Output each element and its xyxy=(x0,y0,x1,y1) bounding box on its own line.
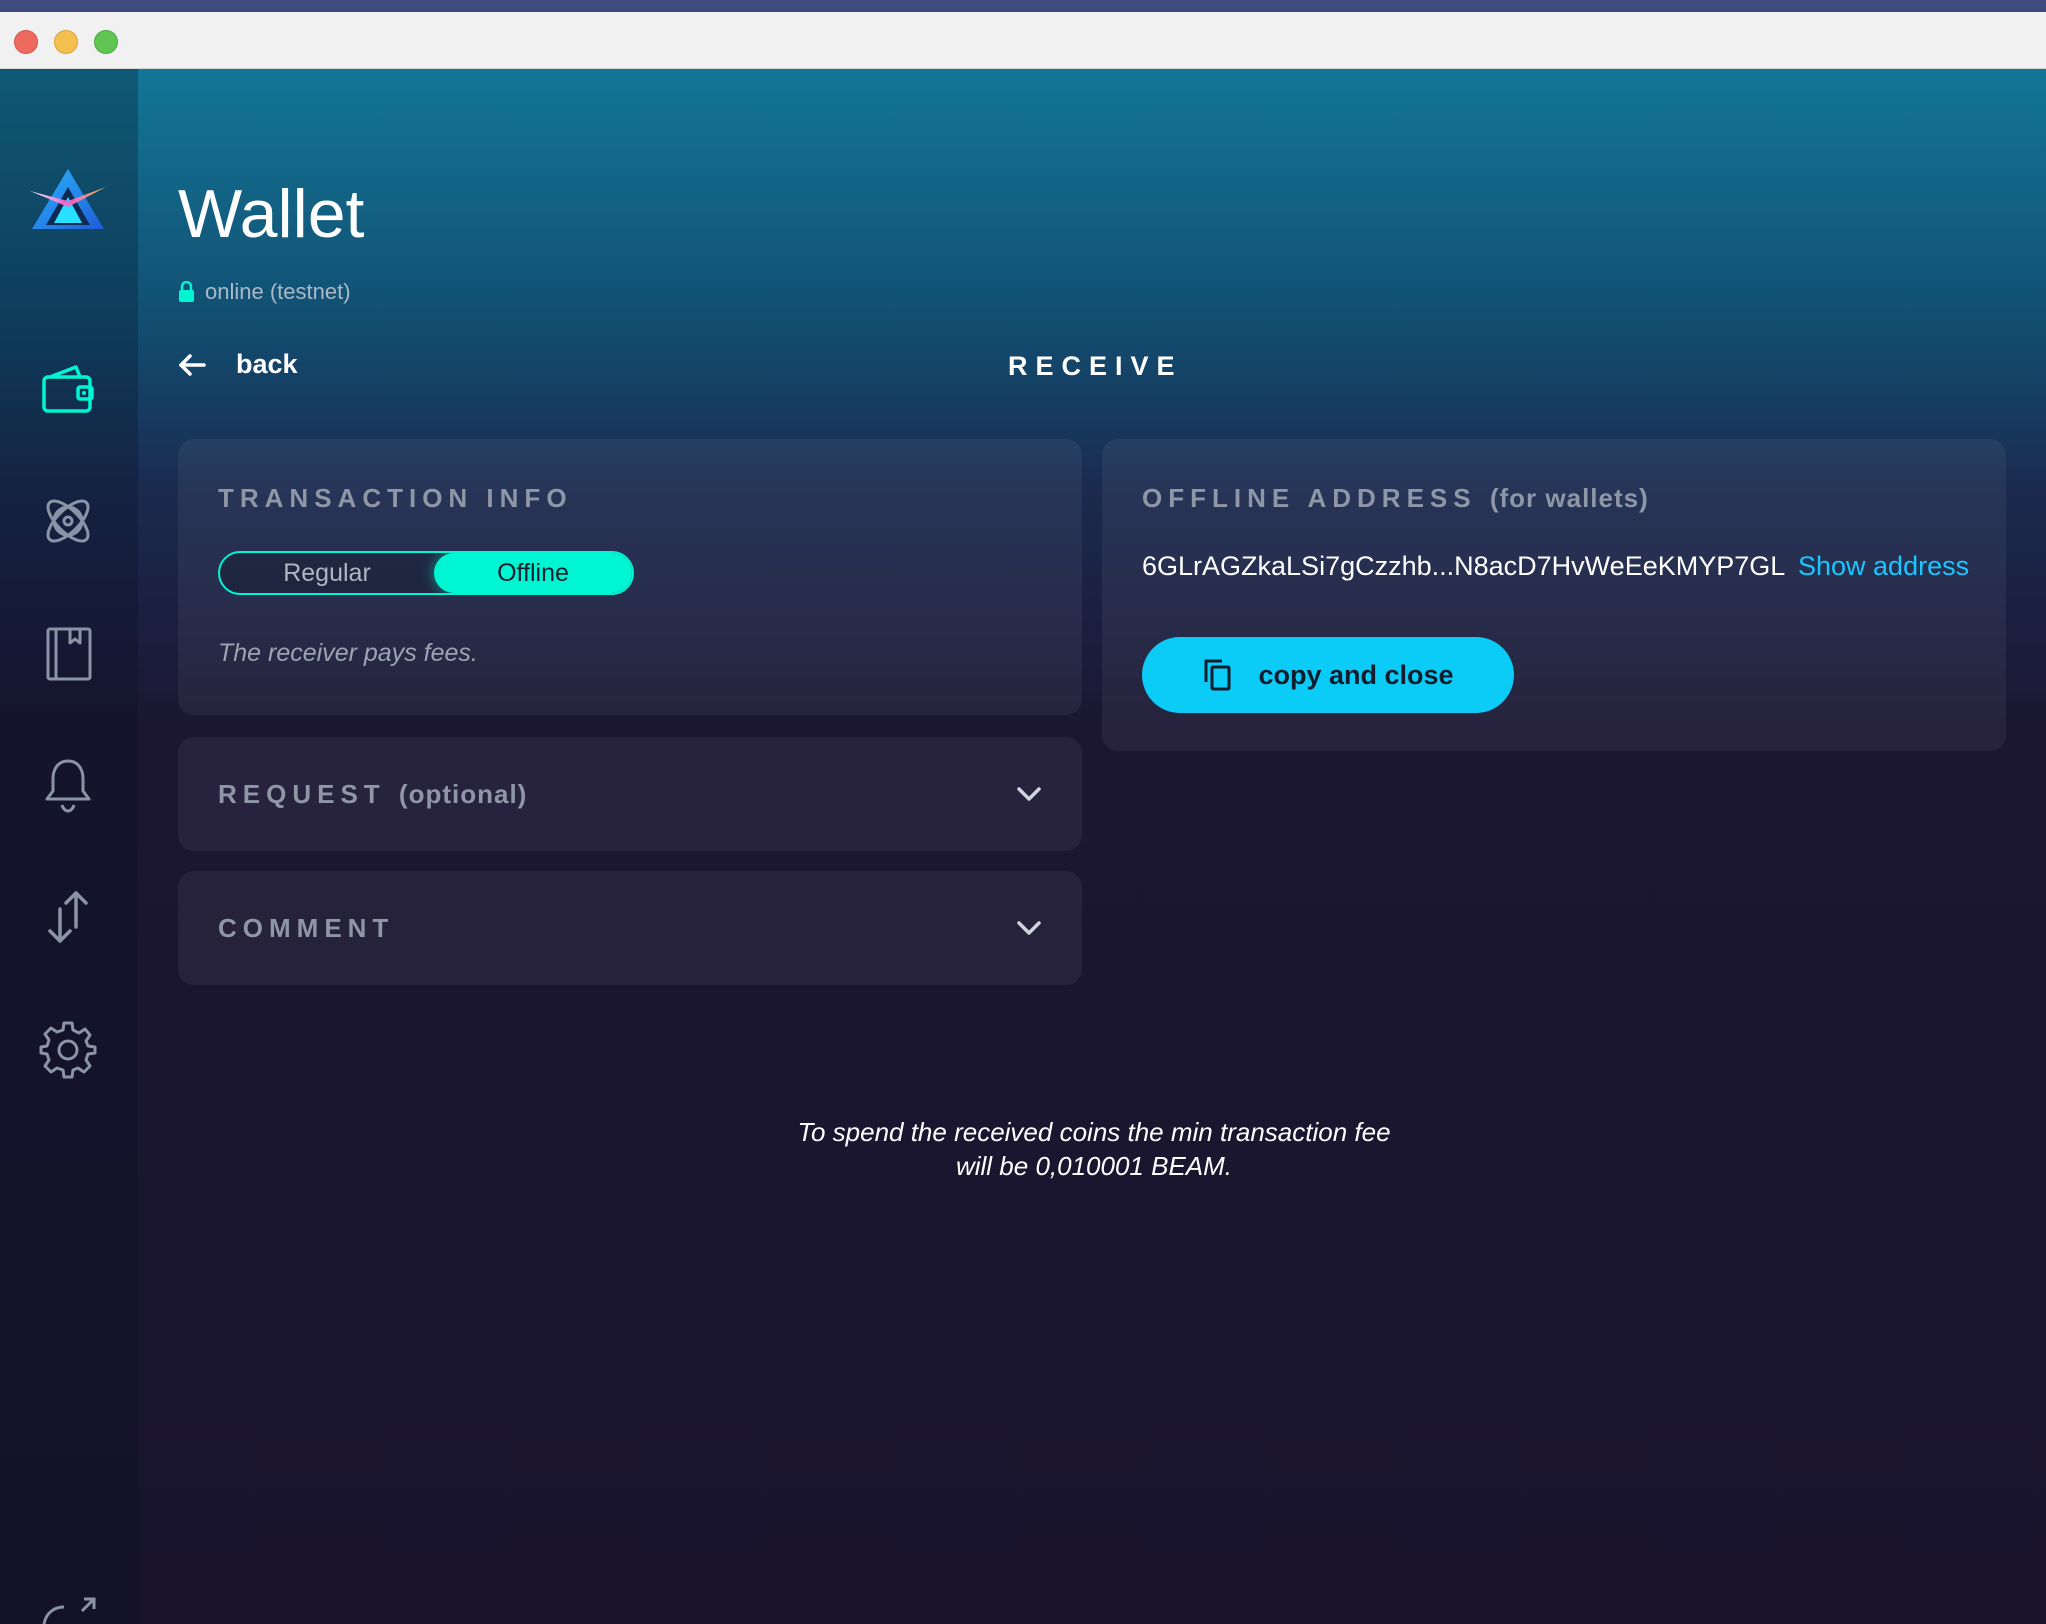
wallet-icon xyxy=(42,365,94,413)
lock-icon xyxy=(179,281,194,302)
request-card[interactable]: REQUEST (optional) xyxy=(178,737,1082,851)
comment-title: COMMENT xyxy=(218,913,395,943)
offline-address-title-text: OFFLINE ADDRESS xyxy=(1142,483,1477,513)
copy-and-close-label: copy and close xyxy=(1258,659,1454,690)
page-title: Wallet xyxy=(178,176,365,252)
min-fee-line-2: will be 0,010001 BEAM. xyxy=(955,1151,1233,1181)
beam-logo-icon xyxy=(30,169,106,229)
offline-address-value: 6GLrAGZkaLSi7gCzzhb...N8acD7HvWeEeKMYP7G… xyxy=(1142,551,1786,581)
arrow-left-icon xyxy=(179,353,206,376)
gear-icon xyxy=(39,1021,97,1079)
atom-icon xyxy=(46,499,90,543)
transaction-info-card: TRANSACTION INFO Regular Offline The rec… xyxy=(178,439,1082,715)
back-label: back xyxy=(236,349,298,379)
zoom-window-button[interactable] xyxy=(94,30,118,54)
toggle-option-offline[interactable]: Offline xyxy=(434,553,632,593)
sidebar xyxy=(0,69,138,1624)
toggle-option-regular[interactable]: Regular xyxy=(220,553,434,593)
sidebar-item-addresses[interactable] xyxy=(34,619,102,687)
app-window: Wallet online (testnet) back RECEIVE TRA… xyxy=(0,69,2046,1624)
offline-address-title: OFFLINE ADDRESS (for wallets) xyxy=(1142,483,1649,514)
minimize-window-button[interactable] xyxy=(54,30,78,54)
request-title-text: REQUEST xyxy=(218,779,386,809)
copy-and-close-button[interactable]: copy and close xyxy=(1142,637,1514,713)
offline-address-card: OFFLINE ADDRESS (for wallets) 6GLrAGZkaL… xyxy=(1102,439,2006,751)
min-fee-line-1: To spend the received coins the min tran… xyxy=(797,1117,1391,1147)
offline-address-suffix: (for wallets) xyxy=(1489,483,1649,513)
connection-status: online (testnet) xyxy=(178,279,351,305)
fee-note: The receiver pays fees. xyxy=(218,639,478,667)
external-link-icon[interactable] xyxy=(38,1597,98,1624)
show-address-link[interactable]: Show address xyxy=(1798,551,1969,582)
request-title: REQUEST (optional) xyxy=(218,779,527,810)
sidebar-item-dapps[interactable] xyxy=(34,487,102,555)
sidebar-item-wallet[interactable] xyxy=(34,355,102,423)
status-text: online (testnet) xyxy=(205,279,351,304)
transaction-info-title: TRANSACTION INFO xyxy=(218,483,573,513)
transfer-arrows-icon xyxy=(48,891,88,943)
sidebar-item-transactions[interactable] xyxy=(34,883,102,951)
sidebar-item-settings[interactable] xyxy=(34,1015,102,1083)
chevron-down-icon[interactable] xyxy=(1014,913,1044,943)
desktop-strip xyxy=(0,0,2046,12)
request-optional-label: (optional) xyxy=(398,779,528,809)
close-window-button[interactable] xyxy=(14,30,38,54)
back-button[interactable]: back xyxy=(178,349,298,380)
comment-card[interactable]: COMMENT xyxy=(178,871,1082,985)
receive-heading: RECEIVE xyxy=(1008,351,1183,381)
bell-icon xyxy=(45,759,91,813)
chevron-down-icon[interactable] xyxy=(1014,779,1044,809)
window-titlebar xyxy=(0,12,2046,69)
address-book-icon xyxy=(46,627,92,681)
copy-icon xyxy=(1204,659,1231,691)
transaction-type-toggle[interactable]: Regular Offline xyxy=(218,551,634,595)
sidebar-item-notifications[interactable] xyxy=(34,751,102,819)
min-fee-note: To spend the received coins the min tran… xyxy=(740,1115,1448,1183)
